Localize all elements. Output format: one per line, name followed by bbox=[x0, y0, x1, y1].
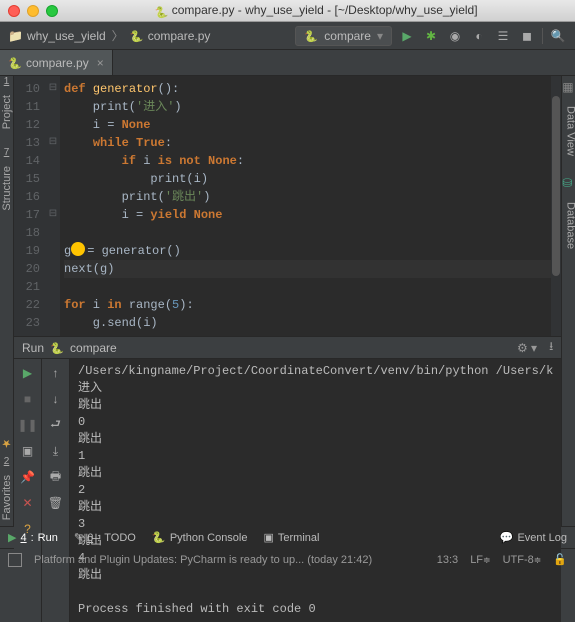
scroll-to-end-button[interactable]: ⤓ bbox=[48, 443, 64, 459]
line-number-gutter: 10 11 12 13 14 15 16 17 18 19 20 21 22 2… bbox=[14, 76, 46, 336]
database-toolwin-button[interactable]: Database bbox=[564, 196, 575, 255]
stop-action-button[interactable]: ◼ bbox=[518, 27, 536, 45]
line-separator[interactable]: LF≑ bbox=[470, 554, 490, 566]
python-icon bbox=[304, 29, 318, 43]
todo-toolwin-label: TODO bbox=[104, 532, 136, 544]
event-log-toolwin-button[interactable]: 💬 Event Log bbox=[500, 531, 567, 544]
terminal-label: Terminal bbox=[278, 532, 320, 544]
code-editor[interactable]: 10 11 12 13 14 15 16 17 18 19 20 21 22 2… bbox=[14, 76, 561, 336]
close-window-button[interactable] bbox=[8, 5, 20, 17]
tab-label: compare.py bbox=[26, 56, 89, 70]
minimize-window-button[interactable] bbox=[27, 5, 39, 17]
python-file-icon bbox=[154, 5, 168, 19]
export-icon[interactable]: ⭳ bbox=[549, 337, 553, 358]
titlebar: compare.py - why_use_yield - [~/Desktop/… bbox=[0, 0, 575, 22]
debug-button[interactable]: ✱ bbox=[422, 27, 440, 45]
python-icon bbox=[50, 341, 64, 355]
play-icon: ▶ bbox=[8, 531, 16, 544]
folder-icon bbox=[8, 29, 23, 43]
pause-button[interactable]: ❚❚ bbox=[20, 417, 36, 433]
run-body: ▶ ■ ❚❚ ▣ 📌 ✕ ? ↑ ↓ ⮐ ⤓ 🖶 🗑 /Users/kingna… bbox=[14, 359, 561, 622]
python-file-icon bbox=[8, 56, 22, 70]
run-toolwin-button[interactable]: ▶ 4: Run bbox=[8, 531, 58, 544]
run-config-name: compare bbox=[70, 341, 117, 355]
tab-compare[interactable]: compare.py × bbox=[0, 50, 113, 75]
window-controls bbox=[8, 5, 58, 17]
todo-icon: ✎ bbox=[74, 531, 83, 544]
scroll-down-button[interactable]: ↓ bbox=[48, 391, 64, 407]
gear-icon[interactable]: ⚙ ▾ bbox=[517, 341, 537, 355]
editor-tabs: compare.py × bbox=[0, 50, 575, 76]
database-icon[interactable]: ⛁ bbox=[562, 176, 575, 192]
left-toolwindow-bar: 1 Project 7 Structure ★ 2 Favorites bbox=[0, 76, 14, 526]
scroll-up-button[interactable]: ↑ bbox=[48, 365, 64, 381]
event-log-label: Event Log bbox=[517, 532, 567, 544]
structure-toolwin-num: 7 bbox=[4, 147, 10, 158]
console-output[interactable]: /Users/kingname/Project/CoordinateConver… bbox=[70, 359, 561, 622]
tool-windows-toggle-icon[interactable] bbox=[8, 553, 22, 567]
dataview-icon[interactable]: ▦ bbox=[562, 80, 575, 96]
run-controls-secondary: ↑ ↓ ⮐ ⤓ 🖶 🗑 bbox=[42, 359, 70, 622]
concurrency-button[interactable]: ☰ bbox=[494, 27, 512, 45]
readonly-lock-icon[interactable]: 🔓 bbox=[553, 553, 567, 566]
main-area: 1 Project 7 Structure ★ 2 Favorites 10 1… bbox=[0, 76, 575, 526]
run-config-label: compare bbox=[324, 29, 371, 43]
right-toolwindow-bar: ▦ Data View ⛁ Database bbox=[561, 76, 575, 526]
chevron-down-icon: ▾ bbox=[377, 29, 383, 43]
print-button[interactable]: 🖶 bbox=[48, 469, 64, 485]
close-run-button[interactable]: ✕ bbox=[20, 495, 36, 511]
breadcrumb-folder: why_use_yield bbox=[27, 29, 106, 43]
clear-all-button[interactable]: 🗑 bbox=[48, 495, 64, 511]
rerun-button[interactable]: ▶ bbox=[20, 365, 36, 381]
chevron-right-icon: 〉 bbox=[112, 27, 124, 44]
python-icon bbox=[152, 531, 166, 545]
speech-bubble-icon: 💬 bbox=[500, 531, 514, 544]
favorites-star-icon: ★ bbox=[0, 431, 13, 456]
code-content[interactable]: def generator(): print('进入') i = None wh… bbox=[60, 76, 551, 336]
layout-settings-button[interactable]: ▣ bbox=[20, 443, 36, 459]
python-console-label: Python Console bbox=[170, 532, 248, 544]
favorites-toolwin-num: 2 bbox=[4, 456, 10, 467]
project-toolwin-button[interactable]: Project bbox=[1, 89, 13, 135]
profile-button[interactable]: ◐ bbox=[470, 27, 488, 45]
caret-position[interactable]: 13:3 bbox=[437, 554, 458, 566]
favorites-toolwin-button[interactable]: Favorites bbox=[1, 469, 13, 526]
fold-gutter[interactable]: ⊟ ⊟ ⊟ bbox=[46, 76, 60, 336]
run-header: Run compare ⚙ ▾ ⭳ bbox=[14, 337, 561, 359]
stop-button[interactable]: ■ bbox=[20, 391, 36, 407]
run-button[interactable]: ▶ bbox=[398, 27, 416, 45]
close-tab-icon[interactable]: × bbox=[97, 56, 104, 70]
run-toolwin-num: 4 bbox=[20, 532, 26, 544]
python-file-icon bbox=[130, 29, 144, 43]
navigation-bar: why_use_yield 〉 compare.py compare ▾ ▶ ✱… bbox=[0, 22, 575, 50]
structure-toolwin-button[interactable]: Structure bbox=[1, 160, 13, 217]
editor-wrap: 10 11 12 13 14 15 16 17 18 19 20 21 22 2… bbox=[14, 76, 561, 526]
window-title: compare.py - why_use_yield - [~/Desktop/… bbox=[65, 3, 567, 19]
search-everywhere-button[interactable]: 🔍 bbox=[549, 27, 567, 45]
breadcrumb-file: compare.py bbox=[148, 29, 211, 43]
editor-scrollbar[interactable] bbox=[551, 76, 561, 336]
soft-wrap-button[interactable]: ⮐ bbox=[48, 417, 64, 433]
run-toolwin-label: Run bbox=[38, 532, 58, 544]
scrollbar-thumb[interactable] bbox=[552, 96, 560, 276]
pin-button[interactable]: 📌 bbox=[20, 469, 36, 485]
run-config-selector[interactable]: compare ▾ bbox=[295, 26, 392, 46]
run-controls-primary: ▶ ■ ❚❚ ▣ 📌 ✕ ? bbox=[14, 359, 42, 622]
terminal-icon: ▣ bbox=[264, 531, 274, 544]
status-message[interactable]: Platform and Plugin Updates: PyCharm is … bbox=[34, 554, 425, 566]
terminal-toolwin-button[interactable]: ▣ Terminal bbox=[264, 531, 320, 544]
breadcrumb[interactable]: why_use_yield 〉 compare.py bbox=[8, 27, 210, 44]
file-encoding[interactable]: UTF-8≑ bbox=[503, 554, 542, 566]
run-label: Run bbox=[22, 341, 44, 355]
intention-bulb-icon[interactable] bbox=[71, 242, 85, 256]
coverage-button[interactable]: ◉ bbox=[446, 27, 464, 45]
dataview-toolwin-button[interactable]: Data View bbox=[564, 100, 575, 162]
python-console-toolwin-button[interactable]: Python Console bbox=[152, 531, 248, 545]
zoom-window-button[interactable] bbox=[46, 5, 58, 17]
todo-toolwin-button[interactable]: ✎ 6: TODO bbox=[74, 531, 136, 544]
project-toolwin-num: 1 bbox=[4, 76, 10, 87]
todo-toolwin-num: 6 bbox=[87, 532, 93, 544]
